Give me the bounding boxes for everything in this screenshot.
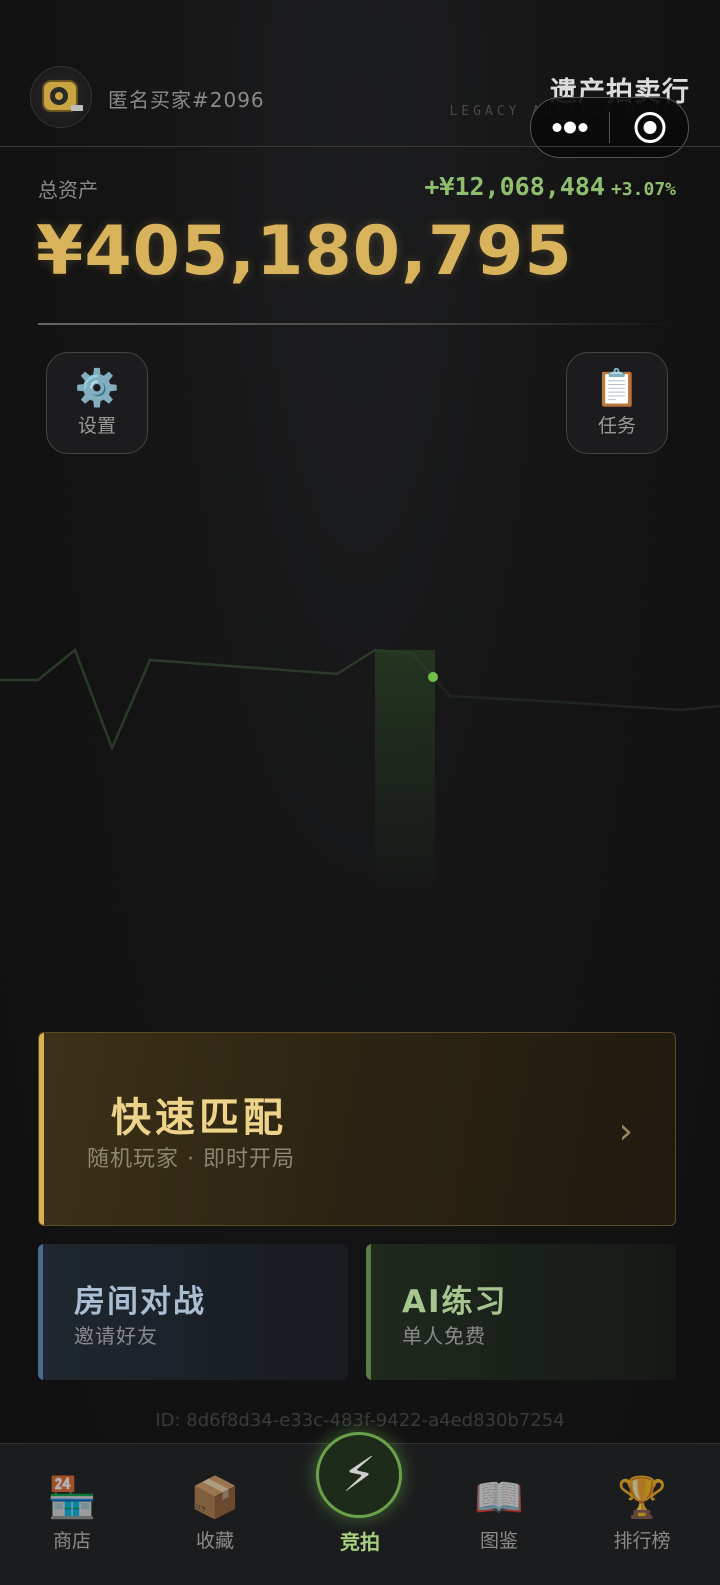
- assets-label: 总资产: [38, 178, 98, 202]
- more-dots-icon: [552, 121, 588, 134]
- trend-highlight-column: [375, 650, 435, 890]
- user-id: ID: 8d6f8d34-e33c-483f-9422-a4ed830b7254: [155, 1410, 565, 1431]
- close-miniprogram-button[interactable]: [610, 98, 688, 157]
- trophy-icon: 🏆: [617, 1475, 667, 1521]
- quick-match-accent: [39, 1033, 44, 1225]
- gear-icon: ⚙️: [74, 368, 120, 409]
- lightning-icon: ⚡: [316, 1432, 402, 1518]
- nav-shop[interactable]: 🏪 商店: [22, 1474, 122, 1553]
- ai-practice-title: AI练习: [402, 1284, 508, 1320]
- clipboard-icon: 📋: [594, 368, 640, 409]
- room-battle-button[interactable]: 房间对战 邀请好友: [38, 1244, 348, 1380]
- quick-match-button[interactable]: 快速匹配 随机玩家 · 即时开局 ›: [38, 1032, 676, 1226]
- username: 匿名买家#2096: [108, 88, 265, 112]
- room-battle-title: 房间对战: [74, 1284, 206, 1320]
- ai-practice-button[interactable]: AI练习 单人免费: [366, 1244, 676, 1380]
- shop-icon: 🏪: [47, 1475, 97, 1521]
- ai-practice-accent: [366, 1244, 371, 1380]
- room-battle-subtitle: 邀请好友: [74, 1324, 158, 1348]
- nav-leaderboard-label: 排行榜: [613, 1530, 671, 1552]
- trend-current-point: [428, 672, 438, 682]
- nav-leaderboard[interactable]: 🏆 排行榜: [592, 1474, 692, 1553]
- nav-shop-label: 商店: [52, 1530, 91, 1552]
- tasks-button[interactable]: 📋 任务: [566, 352, 668, 454]
- tape-measure-icon: [42, 80, 83, 112]
- assets-change-amount: +¥12,068,484: [424, 172, 605, 201]
- avatar[interactable]: [30, 66, 92, 128]
- miniprogram-capsule: [530, 97, 689, 158]
- trend-line-future: [432, 676, 720, 712]
- nav-collection[interactable]: 📦 收藏: [165, 1474, 265, 1553]
- ai-practice-subtitle: 单人免费: [402, 1324, 486, 1348]
- nav-encyclopedia-label: 图鉴: [479, 1530, 518, 1552]
- settings-button[interactable]: ⚙️ 设置: [46, 352, 148, 454]
- tasks-label: 任务: [597, 415, 636, 437]
- trend-line-past: [0, 647, 434, 752]
- more-options-button[interactable]: [531, 98, 609, 157]
- nav-collection-label: 收藏: [195, 1530, 234, 1552]
- assets-change-percent: +3.07%: [610, 179, 676, 200]
- nav-encyclopedia[interactable]: 📖 图鉴: [449, 1474, 549, 1553]
- assets-change: +¥12,068,484 +3.07%: [424, 172, 676, 201]
- chevron-right-icon: ›: [618, 1111, 633, 1152]
- target-close-icon: [634, 112, 666, 143]
- book-icon: 📖: [474, 1475, 524, 1521]
- quick-match-title: 快速匹配: [111, 1095, 287, 1141]
- bottom-nav: 🏪 商店 📦 收藏 ⚡ 竞拍 📖 图鉴 🏆 排行榜: [0, 1432, 720, 1585]
- nav-auction-label: 竞拍: [340, 1530, 380, 1554]
- quick-match-subtitle: 随机玩家 · 即时开局: [87, 1147, 295, 1172]
- settings-label: 设置: [77, 415, 116, 437]
- header-divider: [0, 146, 720, 147]
- asset-trend-line: [0, 647, 720, 890]
- assets-divider: [38, 323, 678, 325]
- total-assets-value: ¥405,180,795: [36, 212, 573, 291]
- box-icon: 📦: [190, 1475, 240, 1521]
- room-battle-accent: [38, 1244, 43, 1380]
